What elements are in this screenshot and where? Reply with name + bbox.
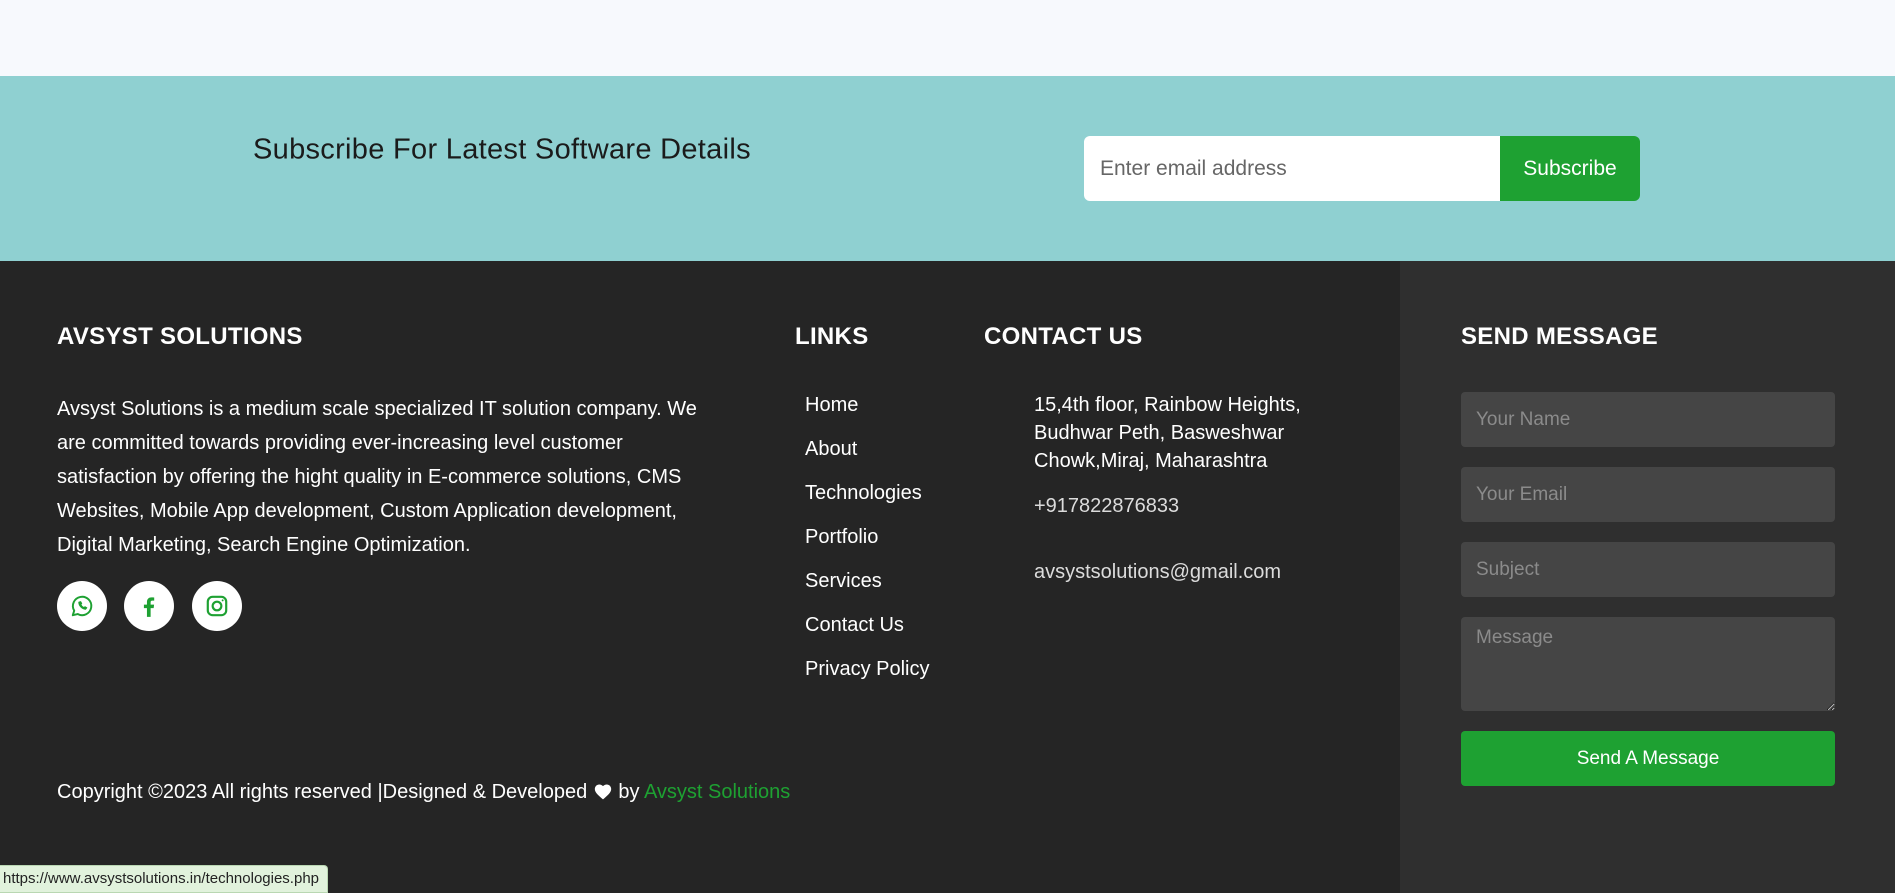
- subscribe-title: Subscribe For Latest Software Details: [253, 133, 751, 166]
- footer-link-technologies[interactable]: Technologies: [805, 479, 929, 523]
- your-name-input[interactable]: [1461, 392, 1835, 447]
- your-email-input[interactable]: [1461, 467, 1835, 522]
- contact-email[interactable]: avsystsolutions@gmail.com: [1034, 561, 1281, 584]
- message-textarea[interactable]: [1461, 617, 1835, 711]
- footer-link-about[interactable]: About: [805, 435, 929, 479]
- copyright-text: Copyright ©2023 All rights reserved |Des…: [57, 781, 588, 803]
- subscribe-form: Subscribe: [1084, 136, 1640, 201]
- about-heading: AVSYST SOLUTIONS: [57, 323, 303, 350]
- brand-link[interactable]: Avsyst Solutions: [644, 781, 790, 803]
- copyright-line: Copyright ©2023 All rights reserved |Des…: [57, 781, 790, 806]
- contact-heading: CONTACT US: [984, 323, 1143, 350]
- site-footer: AVSYST SOLUTIONS Avsyst Solutions is a m…: [0, 261, 1895, 893]
- subscribe-button[interactable]: Subscribe: [1500, 136, 1640, 201]
- footer-link-home[interactable]: Home: [805, 391, 929, 435]
- facebook-link[interactable]: [124, 581, 174, 631]
- footer-link-privacy-policy[interactable]: Privacy Policy: [805, 655, 929, 699]
- copyright-by: by: [618, 781, 640, 803]
- subscribe-email-input[interactable]: [1084, 136, 1500, 201]
- instagram-link[interactable]: [192, 581, 242, 631]
- heart-icon: [593, 782, 613, 806]
- contact-phone[interactable]: +917822876833: [1034, 495, 1179, 518]
- footer-link-portfolio[interactable]: Portfolio: [805, 523, 929, 567]
- links-heading: LINKS: [795, 323, 869, 350]
- footer-links-list: Home About Technologies Portfolio Servic…: [805, 391, 929, 699]
- contact-address: 15,4th floor, Rainbow Heights, Budhwar P…: [1034, 394, 1301, 472]
- whatsapp-link[interactable]: [57, 581, 107, 631]
- send-message-heading: SEND MESSAGE: [1461, 323, 1658, 350]
- footer-link-services[interactable]: Services: [805, 567, 929, 611]
- page-top-area: [0, 0, 1895, 76]
- send-message-button[interactable]: Send A Message: [1461, 731, 1835, 786]
- browser-status-url: https://www.avsystsolutions.in/technolog…: [0, 865, 329, 893]
- subject-input[interactable]: [1461, 542, 1835, 597]
- instagram-icon: [206, 595, 228, 617]
- footer-link-contact-us[interactable]: Contact Us: [805, 611, 929, 655]
- subscribe-section: Subscribe For Latest Software Details Su…: [0, 76, 1895, 261]
- whatsapp-icon: [71, 595, 93, 617]
- about-text: Avsyst Solutions is a medium scale speci…: [57, 398, 697, 556]
- facebook-icon: [143, 597, 155, 617]
